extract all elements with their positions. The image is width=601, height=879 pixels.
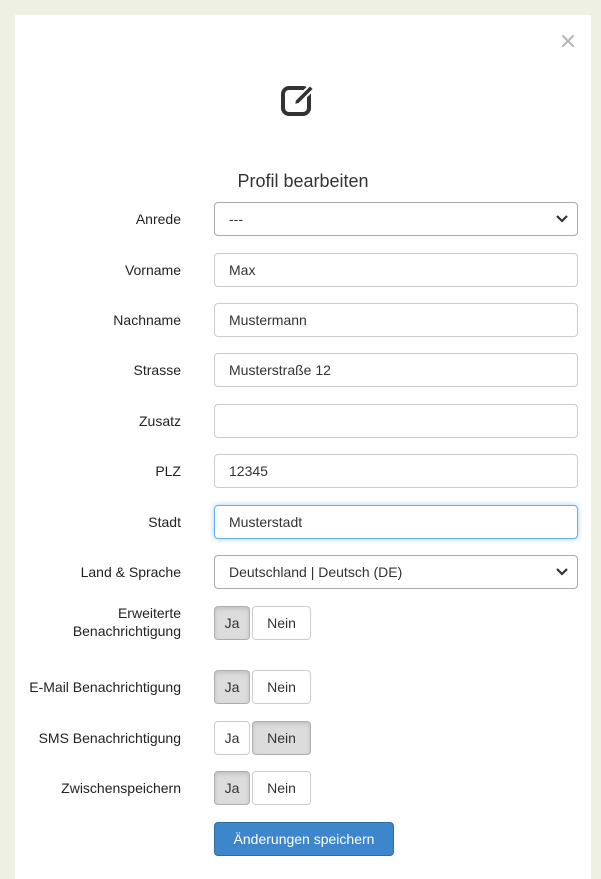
edit-square-icon (281, 83, 316, 116)
zwischen-toggle: Ja Nein (214, 771, 311, 805)
sms-ja-button[interactable]: Ja (214, 721, 250, 755)
email-ja-button[interactable]: Ja (214, 670, 250, 704)
row-vorname: Vorname Max (15, 253, 591, 287)
email-nein-button[interactable]: Nein (252, 670, 311, 704)
vorname-field[interactable]: Max (214, 253, 578, 287)
row-stadt: Stadt Musterstadt (15, 505, 591, 539)
plz-label: PLZ (155, 463, 181, 479)
strasse-label: Strasse (133, 362, 181, 378)
email-toggle: Ja Nein (214, 670, 311, 704)
row-zusatz: Zusatz (15, 404, 591, 438)
land-label: Land & Sprache (80, 564, 181, 580)
erweitert-toggle: Ja Nein (214, 606, 311, 640)
sms-nein-button[interactable]: Nein (252, 721, 311, 755)
close-icon[interactable] (560, 33, 576, 49)
erweitert-label: Erweiterte Benachrichtigung (73, 604, 181, 640)
vorname-label: Vorname (124, 262, 181, 278)
erweitert-ja-button[interactable]: Ja (214, 606, 250, 640)
erweitert-label-line2: Benachrichtigung (72, 623, 181, 639)
plz-field[interactable]: 12345 (214, 454, 578, 488)
save-changes-button[interactable]: Änderungen speichern (214, 822, 394, 856)
row-plz: PLZ 12345 (15, 454, 591, 488)
row-erweitert: Erweiterte Benachrichtigung Ja Nein (15, 604, 591, 640)
strasse-field[interactable]: Musterstraße 12 (214, 353, 578, 387)
zwischen-ja-button[interactable]: Ja (214, 771, 250, 805)
anrede-value: --- (229, 211, 243, 227)
row-anrede: Anrede --- (15, 202, 591, 236)
row-land: Land & Sprache Deutschland | Deutsch (DE… (15, 555, 591, 589)
zwischen-label: Zwischenspeichern (61, 780, 181, 796)
land-select[interactable]: Deutschland | Deutsch (DE) (214, 555, 578, 589)
anrede-label: Anrede (135, 211, 181, 227)
anrede-select[interactable]: --- (214, 202, 578, 236)
row-email: E-Mail Benachrichtigung Ja Nein (15, 670, 591, 704)
row-strasse: Strasse Musterstraße 12 (15, 353, 591, 387)
email-label: E-Mail Benachrichtigung (29, 679, 181, 695)
zwischen-nein-button[interactable]: Nein (252, 771, 311, 805)
sms-toggle: Ja Nein (214, 721, 311, 755)
row-zwischen: Zwischenspeichern Ja Nein (15, 771, 591, 805)
dialog-title: Profil bearbeiten (237, 171, 369, 191)
stadt-label: Stadt (148, 514, 181, 530)
stadt-field[interactable]: Musterstadt (214, 505, 578, 539)
row-nachname: Nachname Mustermann (15, 303, 591, 337)
profile-edit-dialog: Profil bearbeiten Anrede --- Vorname Max… (15, 15, 591, 879)
row-sms: SMS Benachrichtigung Ja Nein (15, 721, 591, 755)
erweitert-nein-button[interactable]: Nein (252, 606, 311, 640)
nachname-label: Nachname (113, 312, 181, 328)
erweitert-label-line1: Erweiterte (117, 605, 181, 621)
chevron-down-icon (556, 568, 568, 576)
land-value: Deutschland | Deutsch (DE) (229, 564, 403, 580)
zusatz-label: Zusatz (138, 413, 181, 429)
zusatz-field[interactable] (214, 404, 578, 438)
sms-label: SMS Benachrichtigung (38, 730, 181, 746)
nachname-field[interactable]: Mustermann (214, 303, 578, 337)
chevron-down-icon (556, 215, 568, 223)
